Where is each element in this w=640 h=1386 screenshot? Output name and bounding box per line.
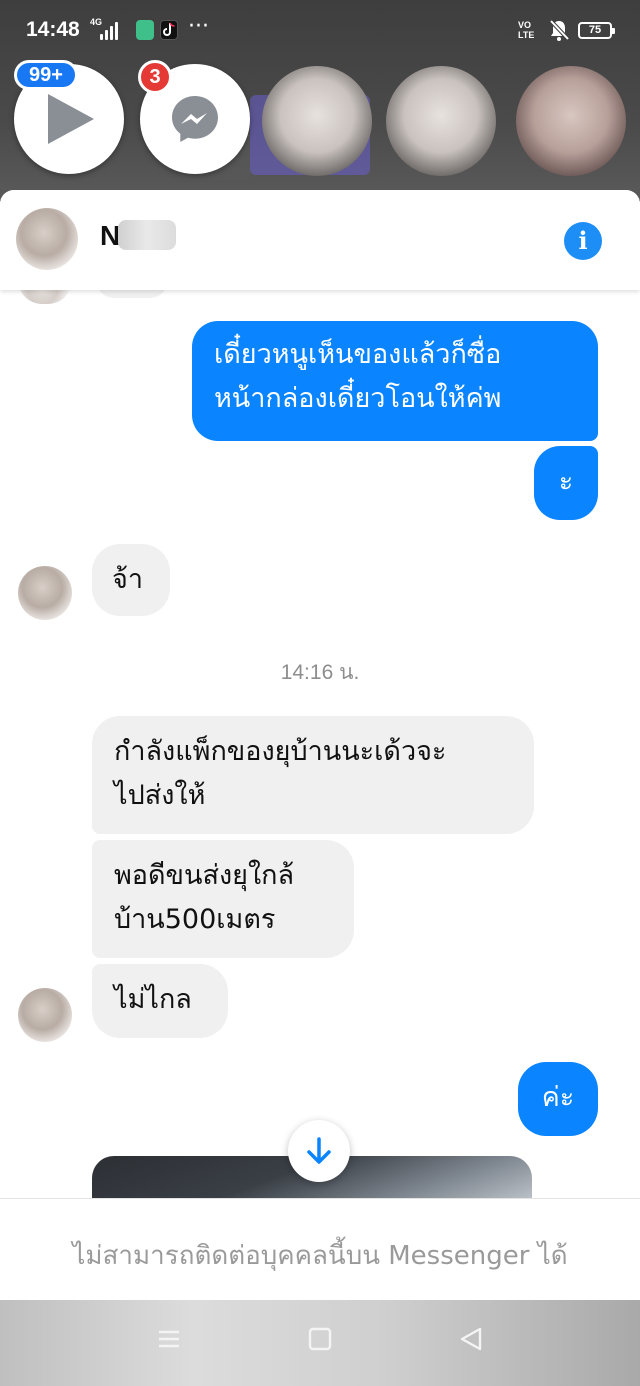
message-bubble-incoming[interactable]: ไม่ไกล [92, 964, 228, 1038]
message-text: ค่ะ [541, 1082, 575, 1113]
message-bubble-outgoing[interactable]: ค่ะ [518, 1062, 598, 1136]
app-notification-icon [136, 20, 154, 40]
message-bubble-incoming[interactable]: พอดีขนส่งยุใกล้ บ้าน500เมตร [92, 840, 354, 958]
contact-name-redacted [118, 220, 176, 250]
volte-indicator: VO LTE [518, 20, 535, 40]
message-timestamp: 14:16 น. [280, 661, 360, 684]
message-text: เดี๋ยวหนูเห็นของแล้วก็ซื่อ หน้ากล่องเดี๋… [214, 339, 502, 414]
message-text: พอดีขนส่งยุใกล้ บ้าน500เมตร [114, 860, 295, 935]
message-text: ไม่ไกล [114, 984, 192, 1015]
play-icon [48, 94, 94, 144]
back-nav-button[interactable] [458, 1326, 484, 1356]
info-icon[interactable]: i [564, 222, 602, 260]
battery-indicator: 75 [578, 22, 615, 39]
chat-sheet: N i เดี๋ยวหนูเห็นของแล้วก็ซื่อ หน้ากล่อง… [0, 190, 640, 1300]
menu-nav-button[interactable] [156, 1326, 182, 1356]
chat-head-avatar[interactable] [386, 66, 496, 176]
message-bubble-incoming[interactable]: กำลังแพ็กของยุบ้านนะเด้วจะ ไปส่งให้ [92, 716, 534, 834]
arrow-down-icon [307, 1137, 331, 1164]
signal-icon [100, 18, 118, 40]
message-text: จ้า [112, 564, 143, 595]
messenger-badge: 3 [138, 60, 172, 94]
contact-avatar[interactable] [16, 208, 78, 270]
avatar [18, 566, 72, 620]
home-nav-button[interactable] [307, 1326, 333, 1356]
back-icon [460, 1327, 482, 1351]
scroll-to-bottom-button[interactable] [288, 1120, 350, 1182]
navigation-bar [0, 1300, 640, 1386]
mute-icon [548, 18, 570, 46]
video-badge: 99+ [14, 60, 78, 90]
message-bubble-outgoing[interactable]: เดี๋ยวหนูเห็นของแล้วก็ซื่อ หน้ากล่องเดี๋… [192, 321, 598, 441]
chat-header: N i [0, 190, 640, 290]
composer-disabled-footer: ไม่สามารถติดต่อบุคคลนี้บน Messenger ได้ [0, 1198, 640, 1300]
cannot-contact-notice: ไม่สามารถติดต่อบุคคลนี้บน Messenger ได้ [72, 1241, 568, 1271]
message-text: ะ [558, 466, 574, 497]
message-bubble-outgoing[interactable]: ะ [534, 446, 598, 520]
avatar [18, 988, 72, 1042]
status-time: 14:48 [26, 18, 80, 41]
message-text: กำลังแพ็กของยุบ้านนะเด้วจะ ไปส่งให้ [114, 736, 447, 811]
more-notifications: ··· [188, 14, 209, 39]
menu-icon [159, 1330, 179, 1348]
tiktok-icon [160, 20, 178, 40]
status-bar: 14:48 4G ··· VO LTE 75 [0, 0, 640, 64]
home-icon [308, 1327, 332, 1351]
messenger-icon [172, 96, 218, 142]
message-bubble-incoming[interactable]: จ้า [92, 544, 170, 616]
chat-head-avatar[interactable] [516, 66, 626, 176]
chat-head-avatar[interactable] [262, 66, 372, 176]
